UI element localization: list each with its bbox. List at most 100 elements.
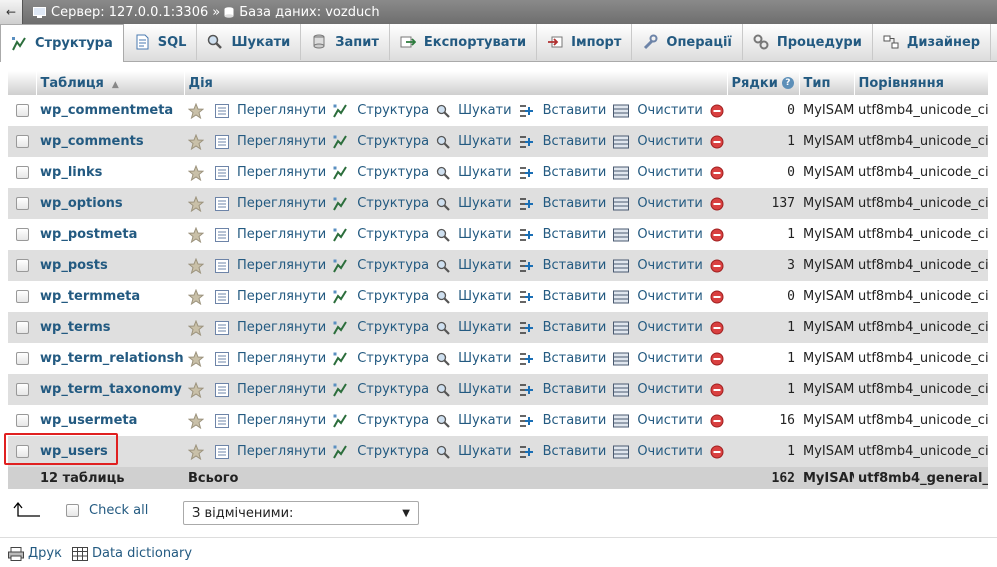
empty-link[interactable]: Очистити <box>613 103 703 118</box>
table-name-link[interactable]: wp_commentmeta <box>40 103 173 118</box>
favorite-star-icon[interactable] <box>188 257 208 274</box>
drop-link[interactable]: Знищити <box>710 351 727 366</box>
browse-link[interactable]: Переглянути <box>215 258 326 273</box>
insert-link[interactable]: Вставити <box>519 165 606 180</box>
table-name-link[interactable]: wp_options <box>40 196 123 211</box>
tab-designer[interactable]: Дизайнер <box>873 24 992 60</box>
search-link[interactable]: Шукати <box>436 413 512 428</box>
drop-link[interactable]: Знищити <box>710 382 727 397</box>
browse-link[interactable]: Переглянути <box>215 196 326 211</box>
search-link[interactable]: Шукати <box>436 134 512 149</box>
search-link[interactable]: Шукати <box>436 289 512 304</box>
favorite-star-icon[interactable] <box>188 133 208 150</box>
drop-link[interactable]: Знищити <box>710 289 727 304</box>
search-link[interactable]: Шукати <box>436 320 512 335</box>
row-checkbox[interactable] <box>16 352 29 365</box>
structure-link[interactable]: Структура <box>333 289 429 304</box>
search-link[interactable]: Шукати <box>436 382 512 397</box>
header-collation[interactable]: Порівняння <box>854 71 989 95</box>
structure-link[interactable]: Структура <box>333 103 429 118</box>
browse-link[interactable]: Переглянути <box>215 165 326 180</box>
browse-link[interactable]: Переглянути <box>215 289 326 304</box>
browse-link[interactable]: Переглянути <box>215 413 326 428</box>
row-checkbox[interactable] <box>16 166 29 179</box>
insert-link[interactable]: Вставити <box>519 103 606 118</box>
structure-link[interactable]: Структура <box>333 413 429 428</box>
breadcrumb-server[interactable]: Сервер: 127.0.0.1:3306 <box>51 5 208 20</box>
drop-link[interactable]: Знищити <box>710 444 727 459</box>
drop-link[interactable]: Знищити <box>710 227 727 242</box>
favorite-star-icon[interactable] <box>188 288 208 305</box>
search-link[interactable]: Шукати <box>436 165 512 180</box>
insert-link[interactable]: Вставити <box>519 320 606 335</box>
search-link[interactable]: Шукати <box>436 196 512 211</box>
browse-link[interactable]: Переглянути <box>215 134 326 149</box>
favorite-star-icon[interactable] <box>188 164 208 181</box>
empty-link[interactable]: Очистити <box>613 289 703 304</box>
table-name-link[interactable]: wp_postmeta <box>40 227 137 242</box>
row-checkbox[interactable] <box>16 383 29 396</box>
favorite-star-icon[interactable] <box>188 226 208 243</box>
empty-link[interactable]: Очистити <box>613 258 703 273</box>
table-name-link[interactable]: wp_comments <box>40 134 144 149</box>
insert-link[interactable]: Вставити <box>519 289 606 304</box>
browse-link[interactable]: Переглянути <box>215 351 326 366</box>
print-link[interactable]: Друк <box>8 546 62 561</box>
search-link[interactable]: Шукати <box>436 351 512 366</box>
structure-link[interactable]: Структура <box>333 165 429 180</box>
search-link[interactable]: Шукати <box>436 258 512 273</box>
empty-link[interactable]: Очистити <box>613 227 703 242</box>
favorite-star-icon[interactable] <box>188 350 208 367</box>
structure-link[interactable]: Структура <box>333 351 429 366</box>
structure-link[interactable]: Структура <box>333 444 429 459</box>
drop-link[interactable]: Знищити <box>710 413 727 428</box>
drop-link[interactable]: Знищити <box>710 134 727 149</box>
breadcrumb-database[interactable]: База даних: vozduch <box>239 5 379 20</box>
header-rows[interactable]: Рядки? <box>727 71 800 95</box>
tab-query[interactable]: Запит <box>301 24 390 60</box>
row-checkbox[interactable] <box>16 197 29 210</box>
insert-link[interactable]: Вставити <box>519 258 606 273</box>
favorite-star-icon[interactable] <box>188 319 208 336</box>
row-checkbox[interactable] <box>16 104 29 117</box>
insert-link[interactable]: Вставити <box>519 134 606 149</box>
browse-link[interactable]: Переглянути <box>215 103 326 118</box>
table-name-link[interactable]: wp_term_taxonomy <box>40 382 182 397</box>
browse-link[interactable]: Переглянути <box>215 444 326 459</box>
help-icon[interactable]: ? <box>781 77 794 89</box>
insert-link[interactable]: Вставити <box>519 444 606 459</box>
structure-link[interactable]: Структура <box>333 382 429 397</box>
empty-link[interactable]: Очистити <box>613 351 703 366</box>
empty-link[interactable]: Очистити <box>613 413 703 428</box>
row-checkbox[interactable] <box>16 135 29 148</box>
tab-sql[interactable]: SQL <box>124 24 198 60</box>
browse-link[interactable]: Переглянути <box>215 227 326 242</box>
row-checkbox[interactable] <box>16 228 29 241</box>
structure-link[interactable]: Структура <box>333 227 429 242</box>
insert-link[interactable]: Вставити <box>519 382 606 397</box>
insert-link[interactable]: Вставити <box>519 351 606 366</box>
check-all-checkbox[interactable] <box>66 503 79 517</box>
search-link[interactable]: Шукати <box>436 103 512 118</box>
structure-link[interactable]: Структура <box>333 196 429 211</box>
tab-operations[interactable]: Операції <box>632 24 743 60</box>
header-type[interactable]: Тип <box>799 71 855 95</box>
table-name-link[interactable]: wp_term_relationships <box>40 351 184 366</box>
tab-routines[interactable]: Процедури <box>743 24 873 60</box>
insert-link[interactable]: Вставити <box>519 227 606 242</box>
search-link[interactable]: Шукати <box>436 444 512 459</box>
browse-link[interactable]: Переглянути <box>215 382 326 397</box>
row-checkbox[interactable] <box>16 321 29 334</box>
table-name-link[interactable]: wp_terms <box>40 320 111 335</box>
collapse-button[interactable]: ← <box>0 0 23 24</box>
drop-link[interactable]: Знищити <box>710 165 727 180</box>
insert-link[interactable]: Вставити <box>519 196 606 211</box>
drop-link[interactable]: Знищити <box>710 103 727 118</box>
drop-link[interactable]: Знищити <box>710 258 727 273</box>
check-all-label[interactable]: Check all <box>89 503 148 518</box>
drop-link[interactable]: Знищити <box>710 196 727 211</box>
empty-link[interactable]: Очистити <box>613 196 703 211</box>
row-checkbox[interactable] <box>16 259 29 272</box>
tab-import[interactable]: Імпорт <box>537 24 633 60</box>
structure-link[interactable]: Структура <box>333 258 429 273</box>
